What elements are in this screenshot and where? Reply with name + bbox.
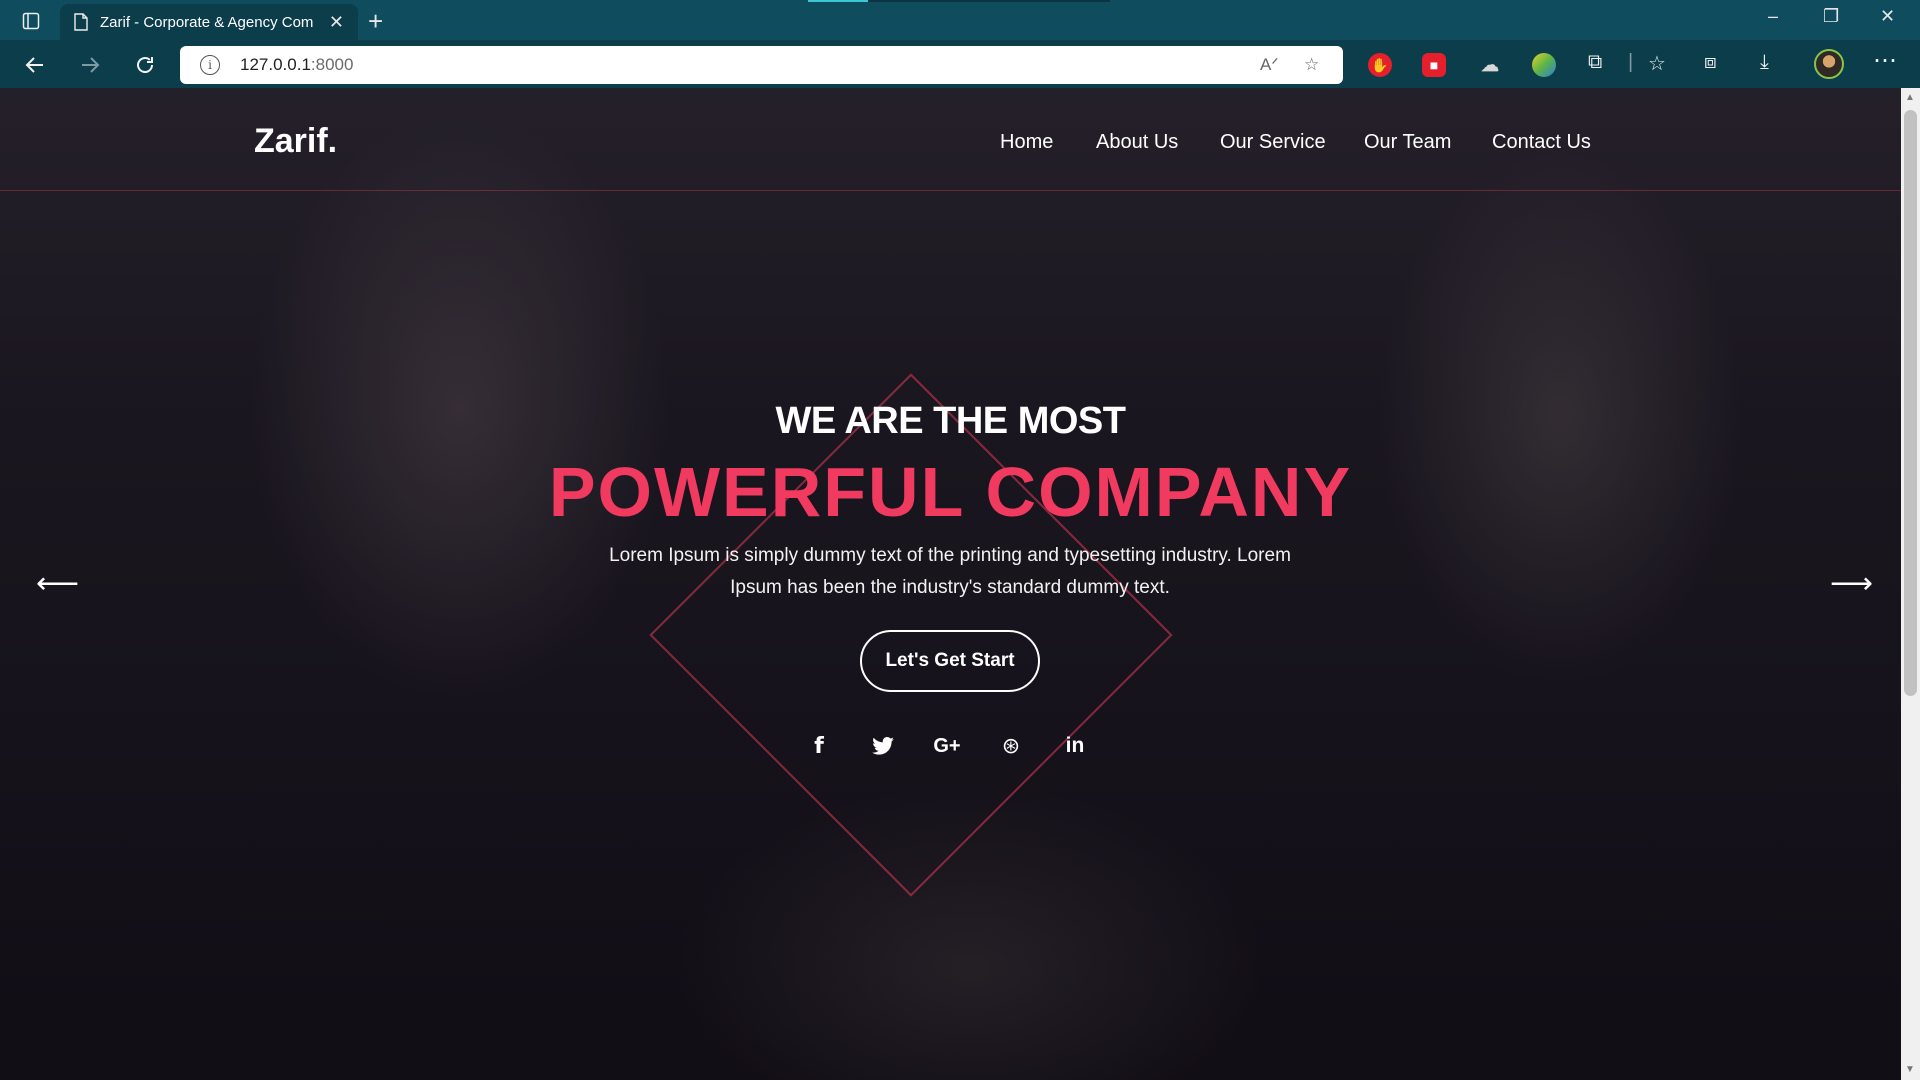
refresh-icon: [137, 57, 153, 73]
download-icon[interactable]: ⤓: [1760, 51, 1769, 74]
tab-actions-button[interactable]: [14, 8, 48, 34]
adblock-icon[interactable]: ✋: [1368, 53, 1392, 77]
new-tab-button[interactable]: +: [368, 6, 383, 37]
forward-button[interactable]: [75, 50, 105, 80]
tab-title: Zarif - Corporate & Agency Com: [100, 13, 314, 31]
add-favorite-icon[interactable]: ☆: [1304, 55, 1319, 75]
red-square-icon[interactable]: ■: [1422, 53, 1446, 77]
facebook-icon[interactable]: f: [801, 728, 837, 764]
browser-toolbar: i 127.0.0.1:8000 Aᐟ ☆ ✋ ■ ☁ ⧉ | ☆ ⧈ ⤓ ⋯: [0, 40, 1920, 88]
browser-tab-bar: Zarif - Corporate & Agency Com ✕ + – ❐ ✕: [0, 0, 1920, 40]
loading-progress: [808, 0, 1110, 2]
scroll-down-icon[interactable]: ▼: [1905, 1064, 1915, 1075]
hero-description: Lorem Ipsum is simply dummy text of the …: [609, 545, 1291, 598]
scrollbar-thumb[interactable]: [1904, 110, 1917, 696]
toolbar-divider: |: [1628, 51, 1634, 73]
nav-about-us[interactable]: About Us: [1096, 131, 1178, 154]
collections-icon[interactable]: ⧈: [1704, 51, 1717, 74]
hero-title: POWERFUL COMPANY: [548, 453, 1353, 531]
forward-arrow-icon: [82, 57, 100, 73]
favorites-icon[interactable]: ☆: [1648, 51, 1666, 76]
google-plus-icon[interactable]: G+: [929, 728, 965, 764]
nav-our-service[interactable]: Our Service: [1220, 131, 1326, 154]
hero-subtitle: WE ARE THE MOST: [775, 400, 1126, 442]
more-menu-icon[interactable]: ⋯: [1873, 46, 1897, 75]
refresh-button[interactable]: [130, 50, 160, 80]
back-button[interactable]: [20, 50, 50, 80]
minimize-button[interactable]: –: [1768, 6, 1778, 27]
browser-tab-active[interactable]: Zarif - Corporate & Agency Com ✕: [60, 4, 358, 40]
tab-close-icon[interactable]: ✕: [329, 12, 344, 33]
tab-actions-icon: [22, 12, 40, 30]
close-window-button[interactable]: ✕: [1880, 6, 1895, 27]
slider-next-arrow[interactable]: ⟶: [1830, 566, 1873, 601]
get-started-button[interactable]: Let's Get Start: [860, 630, 1040, 692]
hero-section: Zarif. Home About Us Our Service Our Tea…: [0, 88, 1901, 1080]
address-bar[interactable]: i 127.0.0.1:8000 Aᐟ ☆: [180, 46, 1343, 84]
dribbble-icon[interactable]: ⊛: [993, 728, 1029, 764]
scroll-up-icon[interactable]: ▲: [1905, 92, 1915, 103]
read-aloud-icon[interactable]: Aᐟ: [1260, 55, 1279, 75]
url-text: 127.0.0.1:8000: [240, 55, 354, 74]
rainbow-icon[interactable]: [1532, 53, 1556, 77]
page-scrollbar[interactable]: ▲ ▼: [1901, 88, 1920, 1080]
page-icon: [74, 13, 88, 31]
cloud-link-icon[interactable]: ☁: [1478, 53, 1502, 77]
twitter-bird-icon: [872, 737, 894, 755]
twitter-icon[interactable]: [865, 728, 901, 764]
profile-avatar[interactable]: [1814, 49, 1844, 79]
nav-home[interactable]: Home: [1000, 131, 1053, 154]
site-header: Zarif. Home About Us Our Service Our Tea…: [0, 88, 1901, 191]
nav-contact-us[interactable]: Contact Us: [1492, 131, 1591, 154]
restore-button[interactable]: ❐: [1823, 6, 1839, 27]
back-arrow-icon: [25, 57, 43, 73]
slider-prev-arrow[interactable]: ⟵: [36, 566, 79, 601]
site-logo[interactable]: Zarif.: [254, 122, 337, 161]
linkedin-icon[interactable]: in: [1057, 728, 1093, 764]
site-info-icon[interactable]: i: [200, 55, 220, 75]
nav-our-team[interactable]: Our Team: [1364, 131, 1451, 154]
puzzle-icon[interactable]: ⧉: [1588, 51, 1602, 74]
